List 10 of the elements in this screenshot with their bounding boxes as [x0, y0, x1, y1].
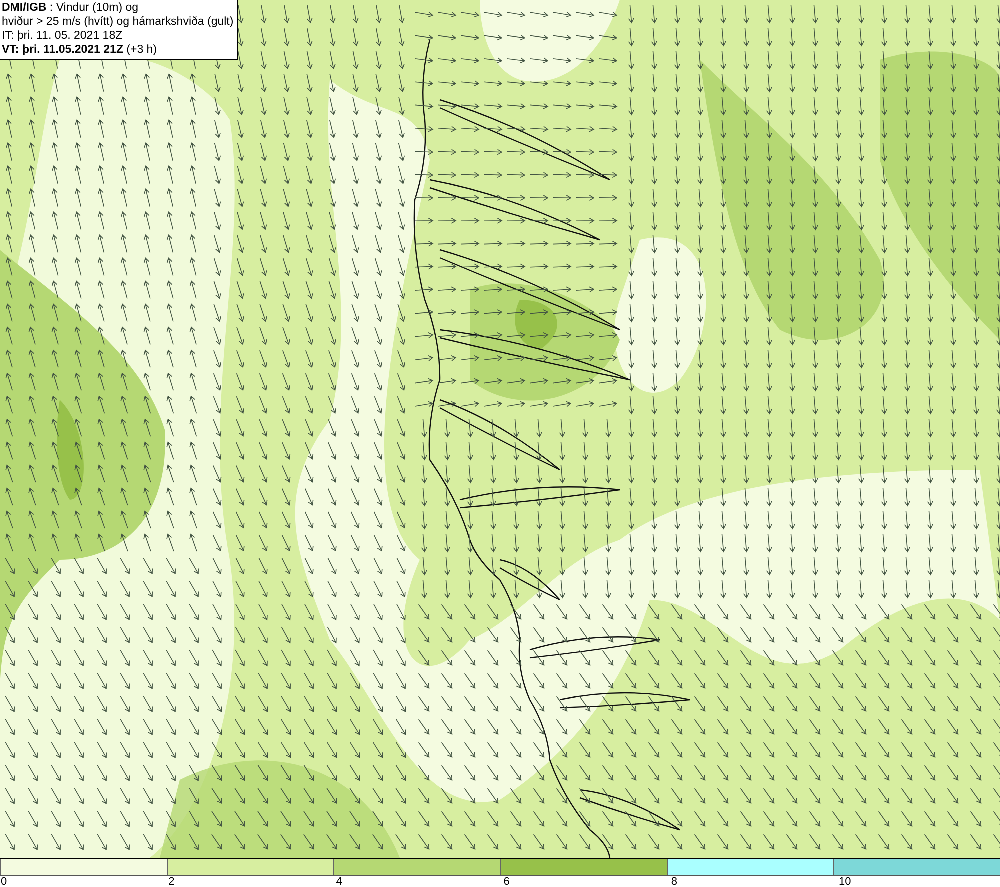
- tick-label: 2: [168, 876, 175, 887]
- title-line: VT: þri. 11.05.2021 21Z (+3 h): [2, 43, 158, 57]
- tick-label: 4: [336, 876, 342, 887]
- tick-label: 8: [671, 876, 678, 887]
- tick-label: 0: [1, 876, 8, 887]
- title-line: IT: þri. 11. 05. 2021 18Z: [2, 29, 124, 43]
- tick-label: 6: [504, 876, 510, 887]
- tick-label: 10: [838, 876, 852, 887]
- title-line: DMI/IGB : Vindur (10m) og: [2, 1, 140, 15]
- title-line: hviður > 25 m/s (hvítt) og hámarkshviða (gult): [2, 15, 234, 29]
